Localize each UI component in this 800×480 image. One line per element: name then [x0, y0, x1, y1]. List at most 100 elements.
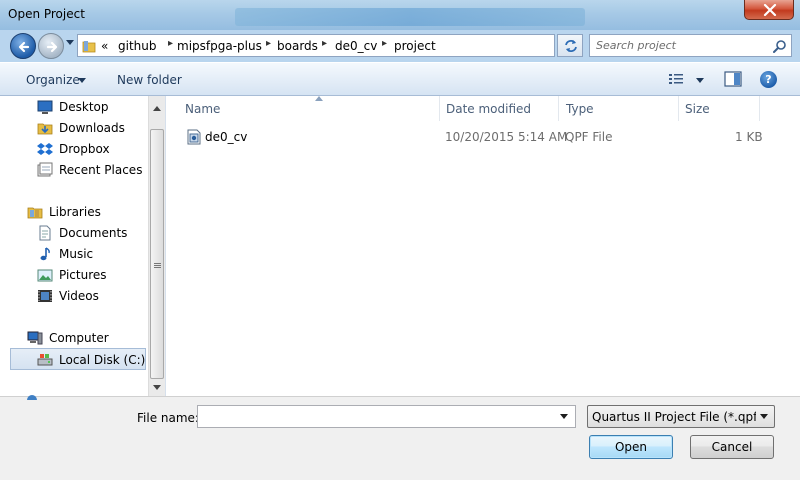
network-icon	[27, 395, 37, 400]
breadcrumb-item[interactable]: project	[394, 39, 436, 53]
nav-item-desktop[interactable]: Desktop	[0, 97, 148, 117]
file-type-dropdown-icon	[760, 414, 768, 419]
computer-icon	[27, 331, 43, 345]
music-icon	[40, 247, 50, 261]
breadcrumb-separator-icon[interactable]: ▸	[322, 38, 327, 49]
organize-dropdown-icon[interactable]	[78, 78, 86, 83]
organize-button[interactable]: Organize	[26, 73, 80, 87]
column-header-date-modified[interactable]: Date modified	[438, 96, 559, 121]
close-button[interactable]	[744, 0, 794, 20]
videos-icon	[38, 290, 52, 302]
nav-item-downloads[interactable]: Downloads	[0, 118, 148, 138]
breadcrumb-item[interactable]: mipsfpga-plus	[177, 39, 262, 53]
nav-item-label: Dropbox	[59, 142, 110, 156]
command-bar: Organize New folder ?	[0, 62, 800, 96]
file-type-selected: Quartus II Project File (*.qpf *.q	[592, 410, 756, 424]
scroll-up-icon[interactable]	[153, 106, 161, 111]
search-input[interactable]	[590, 35, 770, 56]
file-type-select[interactable]: Quartus II Project File (*.qpf *.q	[587, 405, 775, 428]
nav-item-local-disk[interactable]: Local Disk (C:)	[10, 348, 146, 370]
column-header-name[interactable]: Name	[177, 96, 440, 121]
help-button[interactable]: ?	[760, 71, 777, 88]
breadcrumb-separator-icon[interactable]: ▸	[168, 38, 173, 49]
scrollbar-thumb[interactable]	[150, 129, 164, 379]
file-row[interactable]: de0_cv 10/20/2015 5:14 AM QPF File 1 KB	[181, 126, 781, 148]
breadcrumb-separator-icon[interactable]: ▸	[382, 38, 387, 49]
nav-item-computer[interactable]: Computer	[0, 328, 148, 348]
close-icon	[763, 4, 777, 16]
refresh-icon	[565, 40, 577, 52]
local-disk-icon	[37, 354, 53, 366]
nav-item-label: Local Disk (C:)	[59, 353, 146, 367]
column-header-label: Size	[685, 102, 710, 116]
nav-item-libraries[interactable]: Libraries	[0, 202, 148, 222]
sort-ascending-icon	[315, 96, 323, 101]
column-header-type[interactable]: Type	[558, 96, 679, 121]
file-size: 1 KB	[735, 130, 763, 144]
dialog-bottom-panel: File name: Quartus II Project File (*.qp…	[0, 395, 800, 480]
title-glass-glow	[235, 8, 585, 26]
window-title: Open Project	[8, 7, 85, 21]
change-view-icon[interactable]	[668, 72, 684, 86]
scroll-down-icon[interactable]	[153, 385, 161, 390]
qpf-file-icon	[187, 129, 201, 145]
navigation-pane: Desktop Downloads Dropbox Recent Places …	[0, 96, 166, 396]
column-header-label: Name	[185, 102, 221, 116]
nav-item-documents[interactable]: Documents	[0, 223, 148, 243]
address-bar[interactable]: « github ▸ mipsfpga-plus ▸ boards ▸ de0_…	[77, 34, 627, 57]
back-button[interactable]	[10, 33, 36, 59]
arrow-right-icon	[46, 41, 58, 53]
downloads-icon	[37, 123, 53, 135]
pictures-icon	[37, 269, 53, 282]
help-icon: ?	[765, 73, 772, 86]
scrollbar-grip-icon	[154, 263, 161, 269]
nav-item-label: Pictures	[59, 268, 107, 282]
search-box[interactable]	[589, 34, 792, 57]
nav-item-label: Downloads	[59, 121, 125, 135]
breadcrumb-item[interactable]: de0_cv	[335, 39, 377, 53]
refresh-button[interactable]	[557, 34, 583, 57]
breadcrumb-separator-icon[interactable]: ▸	[266, 38, 271, 49]
breadcrumb-history[interactable]: «	[101, 39, 108, 53]
column-header-label: Date modified	[446, 102, 532, 116]
nav-item-videos[interactable]: Videos	[0, 286, 148, 306]
nav-item-label: Computer	[49, 331, 109, 345]
nav-item-label: Desktop	[59, 100, 109, 114]
nav-item-recent-places[interactable]: Recent Places	[0, 160, 148, 180]
address-row: « github ▸ mipsfpga-plus ▸ boards ▸ de0_…	[0, 30, 800, 62]
file-date-modified: 10/20/2015 5:14 AM	[445, 130, 568, 144]
nav-item-label: Libraries	[49, 205, 101, 219]
view-dropdown-icon[interactable]	[696, 78, 704, 83]
breadcrumb-item[interactable]: boards	[277, 39, 318, 53]
new-folder-button[interactable]: New folder	[117, 73, 182, 87]
file-type: QPF File	[565, 130, 613, 144]
recent-places-icon	[37, 162, 53, 177]
libraries-icon	[27, 207, 43, 219]
dropbox-icon	[37, 143, 53, 155]
nav-scrollbar[interactable]	[148, 96, 165, 396]
folder-icon	[82, 41, 96, 53]
file-name-dropdown-icon[interactable]	[560, 414, 568, 419]
file-name-input[interactable]	[198, 406, 553, 427]
title-bar: Open Project	[0, 0, 800, 30]
preview-pane-icon[interactable]	[724, 71, 742, 87]
nav-item-label: Documents	[59, 226, 128, 240]
nav-item-label: Music	[59, 247, 94, 261]
cancel-button[interactable]: Cancel	[690, 435, 774, 459]
nav-item-pictures[interactable]: Pictures	[0, 265, 148, 285]
column-header-size[interactable]: Size	[677, 96, 760, 121]
arrow-left-icon	[18, 41, 30, 53]
recent-pages-dropdown-icon[interactable]	[66, 40, 74, 46]
file-list: Name Date modified Type Size de0_cv 10/2…	[167, 96, 800, 396]
forward-button[interactable]	[38, 33, 64, 59]
open-button[interactable]: Open	[589, 435, 673, 459]
documents-icon	[39, 225, 51, 241]
nav-item-dropbox[interactable]: Dropbox	[0, 139, 148, 159]
nav-item-label: Videos	[59, 289, 99, 303]
column-header-label: Type	[566, 102, 594, 116]
nav-item-music[interactable]: Music	[0, 244, 148, 264]
file-name-label: File name:	[137, 411, 199, 425]
search-icon[interactable]	[773, 39, 787, 53]
file-name-combo[interactable]	[197, 405, 576, 428]
breadcrumb-item[interactable]: github	[118, 39, 156, 53]
